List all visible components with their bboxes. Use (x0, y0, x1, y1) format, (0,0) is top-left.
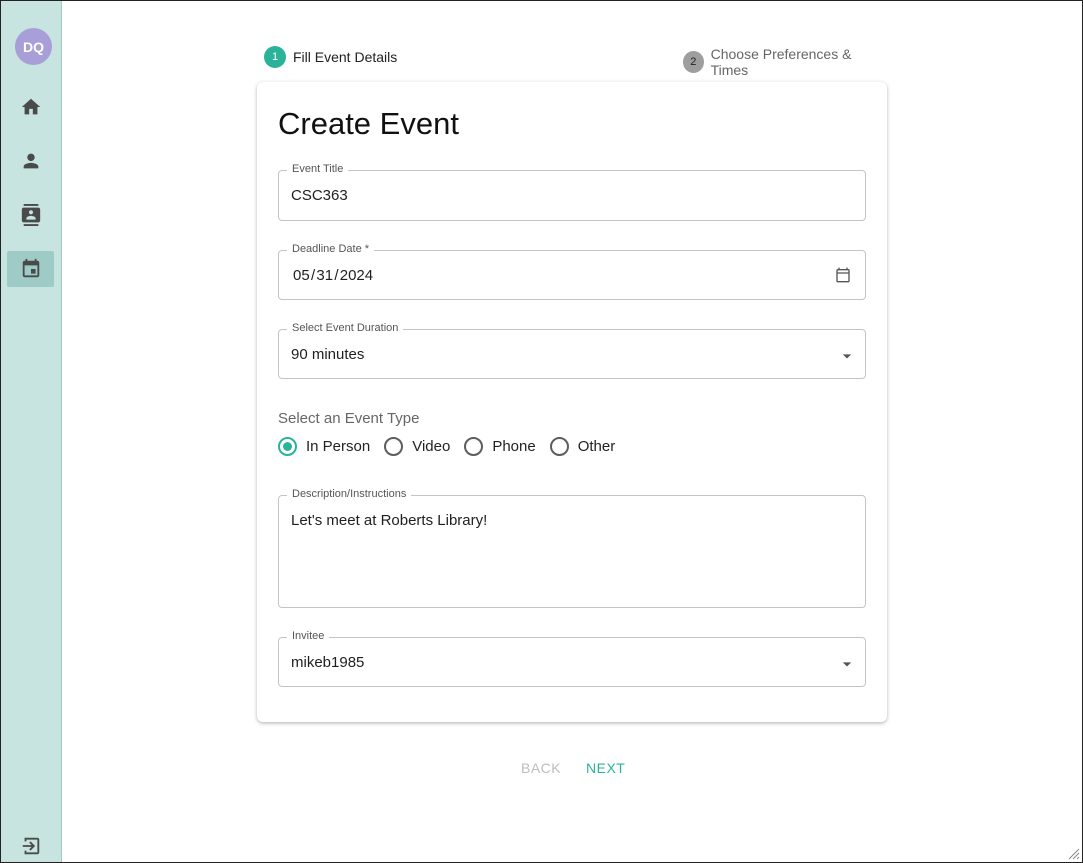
description-value: Let's meet at Roberts Library! (291, 512, 488, 529)
field-label: Invitee (287, 630, 330, 642)
radio-in-person[interactable]: In Person (278, 437, 370, 456)
next-button[interactable]: NEXT (586, 760, 625, 776)
radio-unchecked-icon (384, 437, 404, 456)
resize-grip-icon[interactable] (1068, 848, 1080, 860)
field-label: Deadline Date * (287, 243, 375, 255)
radio-video[interactable]: Video (384, 437, 450, 456)
radio-unchecked-icon (464, 437, 484, 456)
home-icon (21, 98, 40, 115)
event-type-heading: Select an Event Type (278, 410, 420, 427)
nav-profile-button[interactable] (7, 143, 54, 179)
radio-phone[interactable]: Phone (464, 437, 536, 456)
calendar-picker-icon[interactable] (835, 267, 851, 283)
deadline-date-field[interactable]: Deadline Date * 05 / 31 / 2024 (278, 243, 866, 300)
person-icon (23, 153, 38, 169)
event-duration-value: 90 minutes (291, 346, 365, 363)
radio-label: Phone (492, 438, 536, 455)
sidebar: DQ (1, 1, 62, 862)
date-day[interactable]: 31 (316, 267, 333, 284)
date-month[interactable]: 05 (293, 267, 310, 284)
date-year[interactable]: 2024 (340, 267, 373, 284)
logout-icon (22, 837, 39, 855)
event-title-field[interactable]: Event Title CSC363 (278, 163, 866, 221)
step-choose-preferences: 2 Choose Preferences & Times (683, 46, 881, 78)
nav-home-button[interactable] (7, 89, 54, 125)
back-button[interactable]: BACK (521, 760, 561, 776)
logout-button[interactable] (7, 828, 54, 863)
create-event-card: Create Event Event Title CSC363 Deadline… (257, 82, 887, 722)
stepper: 1 Fill Event Details 2 Choose Preference… (264, 46, 881, 78)
step-label: Choose Preferences & Times (710, 46, 852, 78)
description-textarea[interactable]: Description/Instructions Let's meet at R… (278, 488, 866, 608)
radio-other[interactable]: Other (549, 437, 616, 456)
page-title: Create Event (278, 106, 459, 141)
deadline-date-value: 05 / 31 / 2024 (293, 267, 374, 284)
radio-label: Video (412, 438, 451, 455)
nav-calendar-button[interactable] (7, 251, 54, 287)
radio-checked-icon (278, 437, 297, 456)
field-label: Description/Instructions (287, 488, 412, 500)
event-type-radio-group: In Person Video Phone Other (278, 437, 629, 456)
step-label: Fill Event Details (293, 49, 398, 65)
step-number: 1 (264, 46, 286, 68)
invitee-value: mikeb1985 (291, 654, 365, 671)
event-title-value: CSC363 (291, 187, 348, 204)
nav-contacts-button[interactable] (7, 197, 54, 233)
chevron-down-icon (842, 354, 852, 359)
radio-label: Other (577, 438, 616, 455)
event-duration-select[interactable]: Select Event Duration 90 minutes (278, 322, 866, 379)
calendar-icon (22, 258, 39, 278)
radio-label: In Person (306, 438, 371, 455)
field-label: Select Event Duration (287, 322, 404, 334)
step-fill-details: 1 Fill Event Details (264, 46, 397, 68)
invitee-select[interactable]: Invitee mikeb1985 (278, 630, 866, 687)
contacts-icon (21, 204, 40, 226)
chevron-down-icon (842, 662, 852, 667)
field-label: Event Title (287, 163, 349, 175)
radio-unchecked-icon (549, 437, 569, 456)
avatar[interactable]: DQ (15, 28, 52, 65)
step-number: 2 (683, 51, 704, 73)
